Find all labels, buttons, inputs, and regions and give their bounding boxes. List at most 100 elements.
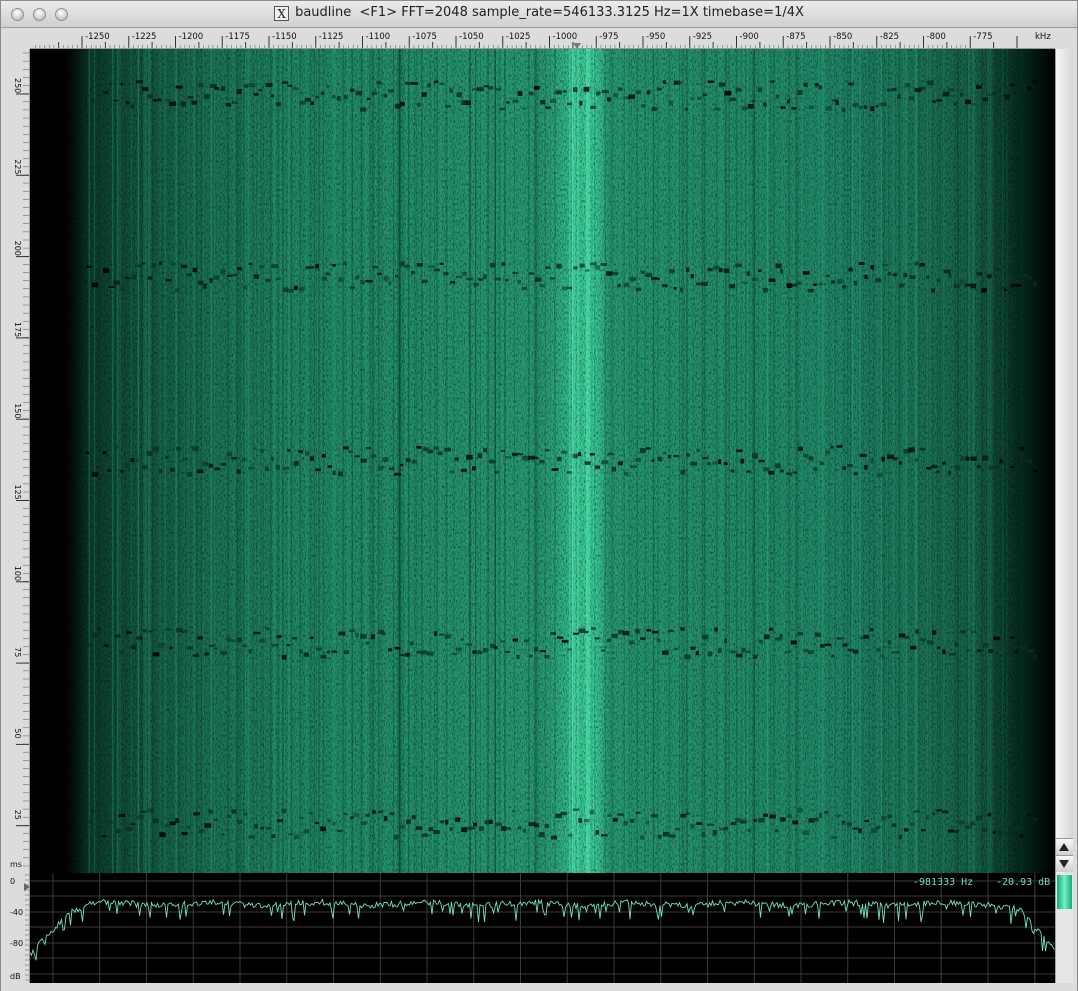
- spectrogram-noise-band: [589, 453, 595, 456]
- spectrogram-noise-band: [276, 102, 282, 107]
- spectrogram-noise-band: [717, 648, 722, 653]
- level-readout: -20.93 dB: [996, 877, 1051, 888]
- spectrogram-noise-band: [807, 288, 814, 293]
- spectrogram-noise-band: [723, 268, 730, 273]
- spectrogram-column: [151, 49, 154, 873]
- spectrogram-noise-band: [91, 282, 99, 288]
- spectrogram-noise-band: [960, 456, 967, 462]
- spectrogram-noise-band: [331, 650, 337, 653]
- spectrogram-column: [511, 49, 513, 873]
- spectrogram-noise-band: [477, 453, 483, 459]
- spectrogram-noise-band: [841, 107, 846, 112]
- spectrum-display[interactable]: -981333 Hz -20.93 dB: [30, 873, 1055, 983]
- spectrogram-noise-band: [663, 80, 667, 85]
- spectrogram-noise-band: [310, 636, 314, 640]
- spectrogram-noise-band: [898, 461, 903, 465]
- spectrogram-noise-band: [467, 826, 475, 830]
- baudline-window: Xbaudline <F1> FFT=2048 sample_rate=5461…: [0, 0, 1078, 991]
- spectrogram-column: [277, 49, 280, 873]
- spectrogram-noise-band: [863, 634, 870, 639]
- scroll-down-button[interactable]: [1056, 855, 1073, 872]
- spectrogram-noise-band: [152, 263, 156, 268]
- spectrogram-noise-band: [98, 457, 102, 463]
- spectrogram-noise-band: [623, 821, 628, 826]
- spectrogram-noise-band: [316, 647, 322, 651]
- spectrogram-noise-band: [271, 456, 275, 461]
- spectrogram-noise-band: [383, 276, 389, 281]
- spectrogram-noise-band: [147, 276, 153, 280]
- spectrogram-column: [996, 49, 998, 873]
- spectrogram-column: [772, 49, 775, 873]
- spectrogram-column: [144, 49, 146, 873]
- spectrum-db-ruler[interactable]: 0 -40 -80 dB: [8, 873, 30, 983]
- spectrogram-noise-band: [377, 272, 383, 276]
- spectrogram-column: [217, 49, 219, 873]
- spectrogram-noise-band: [583, 630, 589, 634]
- spectrogram-column: [781, 49, 783, 873]
- spectrogram-noise-band: [573, 266, 578, 270]
- spectrogram-column: [155, 49, 157, 873]
- spectrogram-noise-band: [635, 628, 640, 634]
- spectrogram-noise-band: [159, 832, 166, 838]
- frequency-tick-label: -1250: [85, 32, 110, 42]
- spectrogram-noise-band: [1016, 284, 1022, 287]
- spectrogram-noise-band: [669, 834, 676, 838]
- spectrogram-noise-band: [202, 284, 207, 289]
- spectrogram-noise-band: [629, 277, 637, 281]
- scroll-up-button[interactable]: [1056, 838, 1073, 855]
- spectrogram-noise-band: [343, 446, 349, 450]
- spectrogram-noise-band: [770, 80, 775, 83]
- spectrogram-noise-band: [494, 277, 501, 281]
- spectrogram-column: [990, 49, 992, 873]
- spectrogram-noise-band: [113, 280, 120, 285]
- spectrogram-noise-band: [842, 284, 847, 289]
- spectrogram-noise-band: [853, 472, 858, 476]
- spectrogram-column: [746, 49, 748, 873]
- spectrogram-noise-band: [490, 262, 496, 268]
- spectrogram-noise-band: [1005, 469, 1012, 474]
- spectrogram-column: [701, 49, 704, 873]
- spectrogram-noise-band: [600, 263, 607, 266]
- spectrogram-noise-band: [236, 469, 241, 474]
- spectrogram-noise-band: [202, 461, 209, 466]
- spectrogram-noise-band: [617, 813, 624, 817]
- spectrogram-noise-band: [780, 469, 784, 473]
- spectrogram-column: [453, 49, 455, 873]
- spectrogram-noise-band: [953, 102, 958, 106]
- spectrogram-noise-band: [360, 458, 367, 463]
- spectrogram-noise-band: [925, 814, 930, 820]
- spectrogram-noise-band: [209, 277, 213, 283]
- spectrogram-noise-band: [595, 91, 601, 96]
- spectrogram-column: [728, 49, 730, 873]
- spectrogram-noise-band: [808, 456, 814, 461]
- color-aperture[interactable]: [1055, 873, 1073, 983]
- spectrogram-noise-band: [971, 103, 978, 106]
- spectrogram-noise-band: [908, 447, 915, 453]
- spectrogram-noise-band: [847, 822, 853, 826]
- spectrogram-noise-band: [954, 465, 961, 470]
- vertical-scrollbar[interactable]: [1055, 49, 1073, 873]
- spectrogram-noise-band: [848, 82, 855, 86]
- title-bar[interactable]: Xbaudline <F1> FFT=2048 sample_rate=5461…: [1, 1, 1077, 28]
- spectrogram-column: [177, 49, 180, 873]
- spectrogram-noise-band: [762, 102, 767, 107]
- spectrogram-noise-band: [516, 453, 524, 456]
- spectrogram-noise-band: [259, 639, 266, 643]
- spectrogram-column: [822, 49, 824, 873]
- spectrogram-noise-band: [220, 269, 226, 275]
- db-unit-label: dB: [10, 972, 21, 981]
- spectrogram-noise-band: [662, 650, 669, 655]
- spectrogram-noise-band: [137, 264, 142, 268]
- spectrogram-noise-band: [714, 627, 718, 632]
- spectrogram-noise-band: [141, 87, 149, 92]
- frequency-ruler[interactable]: -1250 -1225 -1200 -1175 -1150 -1125 -1100 -1075…: [30, 28, 1055, 49]
- time-ruler[interactable]: 250 225 200 175 150 125 100 75 50 25 ms: [8, 49, 30, 873]
- spectrogram-noise-band: [208, 463, 213, 468]
- spectrogram-display[interactable]: [30, 49, 1055, 873]
- spectrogram-noise-band: [820, 644, 825, 648]
- spectrogram-column: [431, 49, 433, 873]
- frequency-tick-label: -875: [786, 32, 805, 42]
- spectrogram-column: [174, 49, 177, 873]
- spectrogram-noise-band: [635, 90, 641, 95]
- spectrogram-noise-band: [310, 101, 315, 105]
